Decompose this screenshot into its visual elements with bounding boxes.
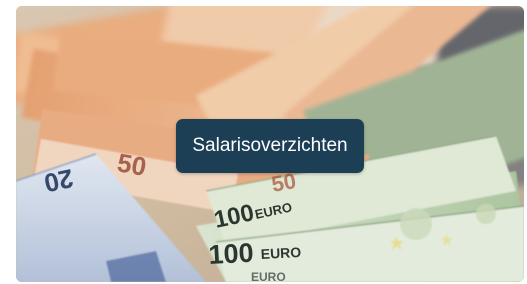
salary-overview-button[interactable]: Salarisoverzichten [176, 119, 364, 173]
salary-overview-card[interactable]: 20 50 100 EURO 100 EURO 50 EURO Salariso… [16, 6, 524, 282]
